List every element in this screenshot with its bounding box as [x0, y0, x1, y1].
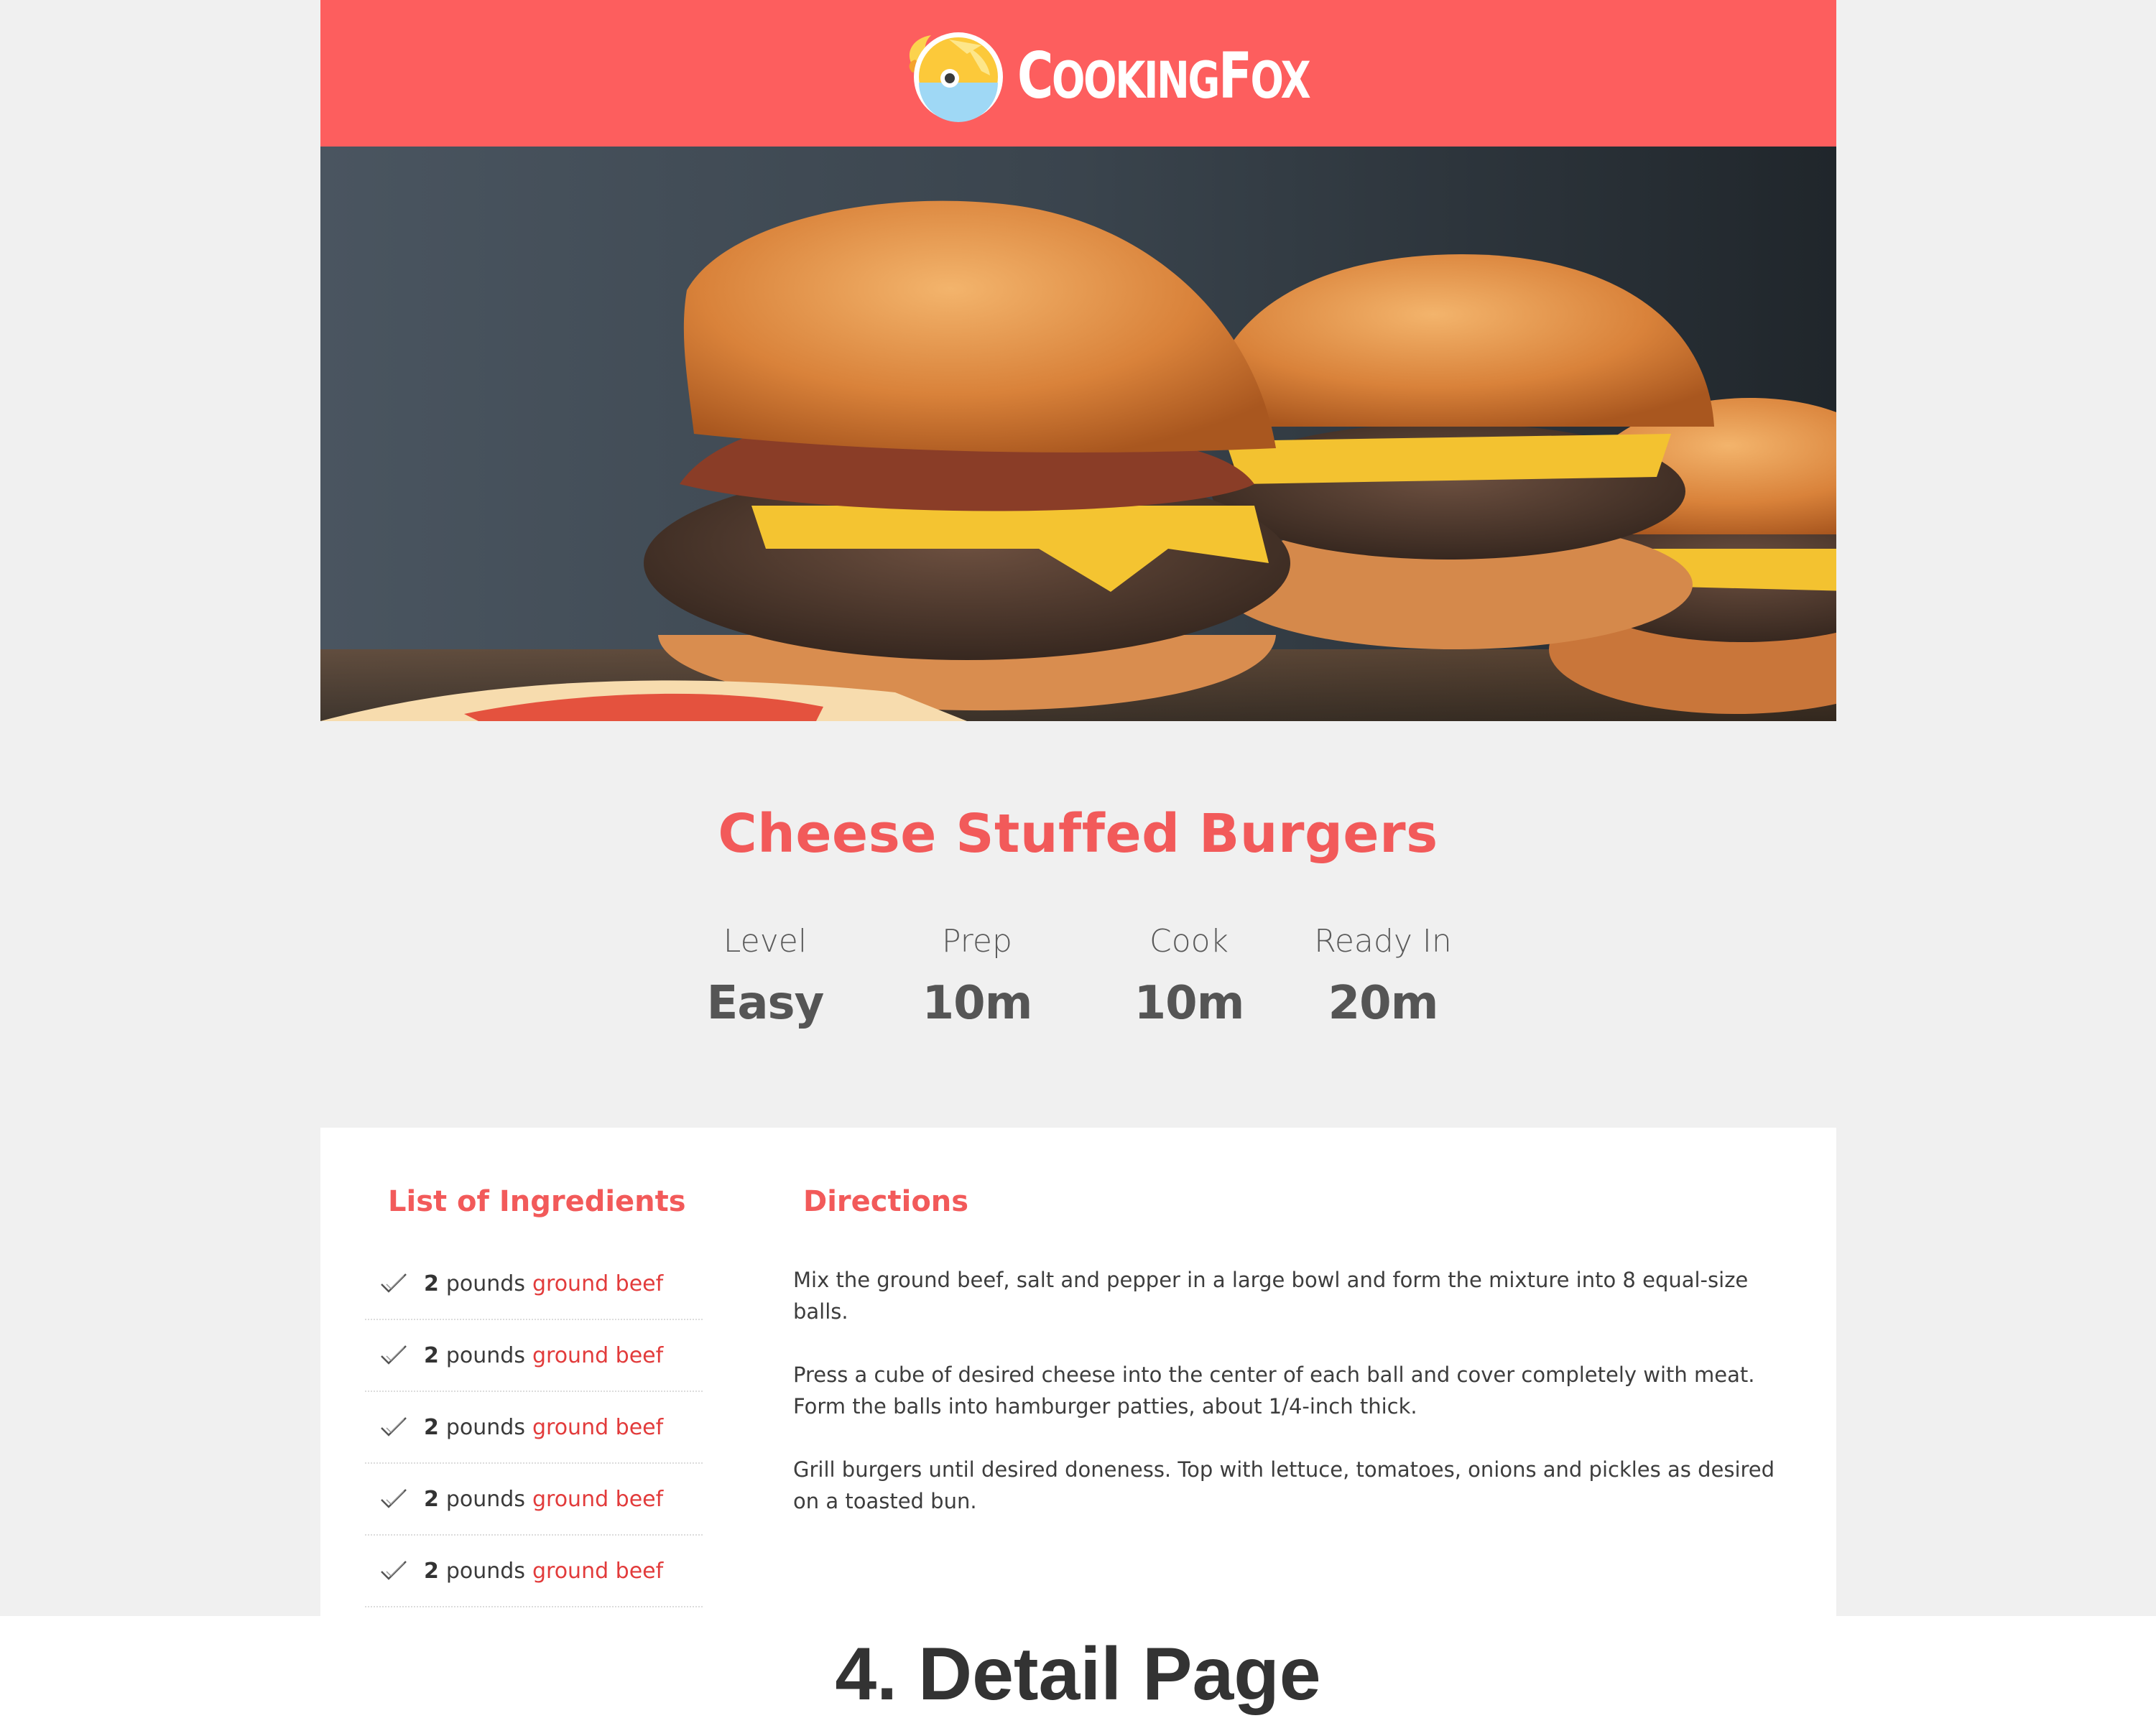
- stat-label: Cook: [1149, 923, 1229, 960]
- ingredient-link[interactable]: ground beef: [532, 1559, 663, 1584]
- stat-value: 10m: [922, 977, 1033, 1030]
- ingredient-item[interactable]: 2 pounds ground beef: [365, 1248, 703, 1320]
- direction-step: Mix the ground beef, salt and pepper in …: [793, 1268, 1749, 1324]
- stat-ready-in: Ready In 20m: [1275, 923, 1491, 1030]
- ingredient-item[interactable]: 2 pounds ground beef: [365, 1464, 703, 1536]
- check-icon: [381, 1345, 407, 1365]
- ingredient-item[interactable]: 2 pounds ground beef: [365, 1320, 703, 1392]
- stat-cook: Cook 10m: [1081, 923, 1297, 1030]
- stat-level: Level Easy: [657, 923, 873, 1030]
- ingredient-qty: 2: [424, 1414, 439, 1440]
- stat-value: 20m: [1328, 977, 1439, 1030]
- stat-value: 10m: [1134, 977, 1245, 1030]
- ingredient-link[interactable]: ground beef: [532, 1415, 663, 1440]
- stat-label: Ready In: [1314, 923, 1452, 960]
- stat-label: Level: [723, 923, 808, 960]
- ingredient-link[interactable]: ground beef: [532, 1487, 663, 1512]
- burger-photo: [320, 147, 1836, 721]
- check-icon: [381, 1273, 407, 1293]
- ingredient-link[interactable]: ground beef: [532, 1343, 663, 1368]
- direction-step: Press a cube of desired cheese into the …: [793, 1363, 1755, 1419]
- stat-label: Prep: [942, 923, 1012, 960]
- recipe-details-card: List of Ingredients 2 pounds ground beef…: [320, 1128, 1836, 1616]
- check-icon: [381, 1489, 407, 1508]
- ingredient-link[interactable]: ground beef: [532, 1271, 663, 1296]
- ingredient-unit: pounds: [445, 1486, 525, 1512]
- ingredient-qty: 2: [424, 1271, 439, 1296]
- page-caption: 4. Detail Page: [835, 1633, 1321, 1716]
- brand-name: COOKINGFOX: [1017, 39, 1311, 113]
- ingredient-qty: 2: [424, 1486, 439, 1512]
- check-icon: [381, 1417, 407, 1436]
- stat-prep: Prep 10m: [869, 923, 1085, 1030]
- ingredient-unit: pounds: [445, 1271, 525, 1296]
- ingredient-item[interactable]: 2 pounds ground beef: [365, 1536, 703, 1607]
- ingredients-list: 2 pounds ground beef 2 pounds ground bee…: [365, 1248, 703, 1607]
- site-header: COOKINGFOX: [320, 0, 1836, 147]
- check-icon: [381, 1561, 407, 1580]
- ingredient-unit: pounds: [445, 1342, 525, 1368]
- recipe-title: Cheese Stuffed Burgers: [718, 803, 1438, 865]
- directions-body: Mix the ground beef, salt and pepper in …: [793, 1264, 1785, 1549]
- fox-logo-icon: [909, 32, 1003, 122]
- caption-area: 4. Detail Page: [0, 1616, 2156, 1736]
- ingredient-item[interactable]: 2 pounds ground beef: [365, 1392, 703, 1464]
- brand-logo[interactable]: COOKINGFOX: [881, 22, 1355, 129]
- ingredient-unit: pounds: [445, 1558, 525, 1584]
- ingredient-unit: pounds: [445, 1414, 525, 1440]
- hero-image: [320, 147, 1836, 721]
- stat-value: Easy: [706, 977, 825, 1030]
- recipe-stats: Level Easy Prep 10m Cook 10m Ready In 20…: [0, 923, 2156, 1038]
- direction-step: Grill burgers until desired doneness. To…: [793, 1457, 1775, 1513]
- ingredient-qty: 2: [424, 1558, 439, 1584]
- ingredient-qty: 2: [424, 1342, 439, 1368]
- ingredients-title: List of Ingredients: [388, 1185, 686, 1218]
- directions-title: Directions: [803, 1185, 969, 1218]
